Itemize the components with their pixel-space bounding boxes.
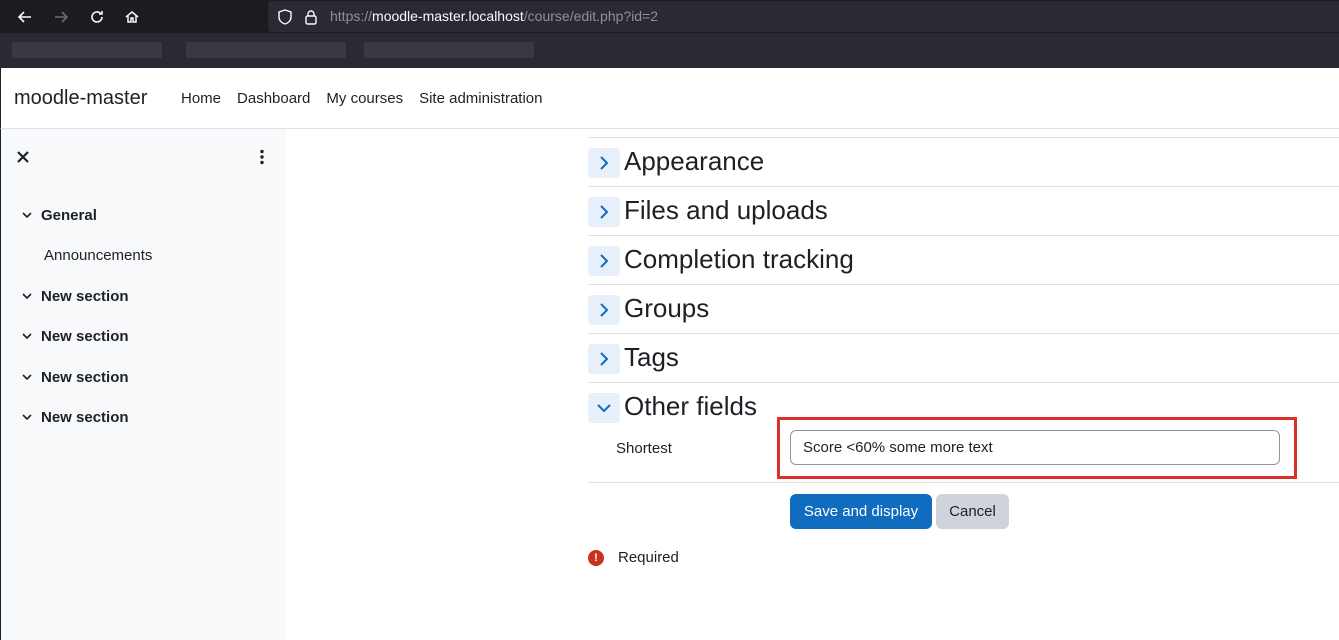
required-label: Required — [618, 549, 679, 566]
url-host: moodle-master.localhost — [372, 8, 524, 24]
form-divider — [588, 482, 1339, 483]
required-legend: ! Required — [588, 549, 679, 566]
shortest-field-label: Shortest — [616, 440, 672, 457]
sidebar-item-new-section[interactable]: New section — [21, 328, 129, 345]
section-appearance[interactable]: Appearance — [588, 137, 1339, 186]
chevron-down-icon[interactable] — [588, 393, 620, 423]
sidebar-item-general[interactable]: General — [21, 207, 97, 224]
shortest-input[interactable]: Score <60% some more text — [790, 430, 1280, 465]
nav-link-my-courses[interactable]: My courses — [326, 90, 403, 107]
chevron-right-icon[interactable] — [588, 246, 620, 276]
sidebar-item-announcements[interactable]: Announcements — [44, 247, 152, 264]
bookmarks-bar — [0, 33, 1339, 68]
bookmark-item[interactable] — [186, 42, 346, 58]
close-drawer-icon[interactable] — [14, 148, 32, 166]
section-title: Files and uploads — [624, 195, 828, 225]
bookmark-item[interactable] — [12, 42, 162, 58]
reload-icon[interactable] — [86, 6, 108, 28]
home-icon[interactable] — [121, 6, 143, 28]
section-title: Groups — [624, 293, 710, 323]
browser-toolbar: https://moodle-master.localhost/course/e… — [0, 0, 1339, 33]
primary-navigation: Home Dashboard My courses Site administr… — [181, 90, 559, 107]
section-title: Other fields — [624, 391, 757, 421]
section-completion-tracking[interactable]: Completion tracking — [588, 235, 1339, 284]
exclamation-circle-icon: ! — [588, 549, 604, 566]
nav-link-dashboard[interactable]: Dashboard — [237, 90, 310, 107]
course-index-drawer: General Announcements New section New se… — [0, 129, 286, 640]
url-path: /course/edit.php?id=2 — [523, 8, 659, 24]
sidebar-item-new-section[interactable]: New section — [21, 288, 129, 305]
forward-icon[interactable] — [50, 6, 72, 28]
site-navbar: moodle-master Home Dashboard My courses … — [0, 68, 1339, 129]
site-brand[interactable]: moodle-master — [14, 87, 147, 110]
lock-icon[interactable] — [302, 8, 320, 26]
section-title: Completion tracking — [624, 244, 854, 274]
section-title: Tags — [624, 342, 679, 372]
back-icon[interactable] — [14, 6, 36, 28]
save-and-display-button[interactable]: Save and display — [790, 494, 932, 529]
url-bar[interactable]: https://moodle-master.localhost/course/e… — [268, 1, 1339, 32]
section-title: Appearance — [624, 146, 765, 176]
cancel-button[interactable]: Cancel — [936, 494, 1009, 529]
sidebar-item-label: New section — [41, 409, 129, 426]
course-edit-form: Appearance Files and uploads Completion … — [286, 129, 1339, 640]
bookmark-item[interactable] — [364, 42, 534, 58]
chevron-right-icon[interactable] — [588, 344, 620, 374]
chevron-down-icon[interactable] — [21, 291, 33, 303]
nav-link-home[interactable]: Home — [181, 90, 221, 107]
nav-link-site-administration[interactable]: Site administration — [419, 90, 542, 107]
chevron-down-icon[interactable] — [21, 331, 33, 343]
section-tags[interactable]: Tags — [588, 333, 1339, 382]
sidebar-item-label: New section — [41, 328, 129, 345]
sidebar-item-label: General — [41, 207, 97, 224]
sidebar-item-label: New section — [41, 369, 129, 386]
url-text[interactable]: https://moodle-master.localhost/course/e… — [330, 8, 658, 24]
sidebar-item-label: New section — [41, 288, 129, 305]
sidebar-item-new-section[interactable]: New section — [21, 369, 129, 386]
shield-icon[interactable] — [276, 8, 294, 26]
sidebar-item-new-section[interactable]: New section — [21, 409, 129, 426]
section-files-and-uploads[interactable]: Files and uploads — [588, 186, 1339, 235]
url-scheme: https:// — [330, 8, 373, 24]
chevron-down-icon[interactable] — [21, 412, 33, 424]
more-options-icon[interactable] — [253, 148, 271, 166]
section-groups[interactable]: Groups — [588, 284, 1339, 333]
chevron-down-icon[interactable] — [21, 372, 33, 384]
chevron-down-icon[interactable] — [21, 210, 33, 222]
chevron-right-icon[interactable] — [588, 197, 620, 227]
chevron-right-icon[interactable] — [588, 148, 620, 178]
chevron-right-icon[interactable] — [588, 295, 620, 325]
